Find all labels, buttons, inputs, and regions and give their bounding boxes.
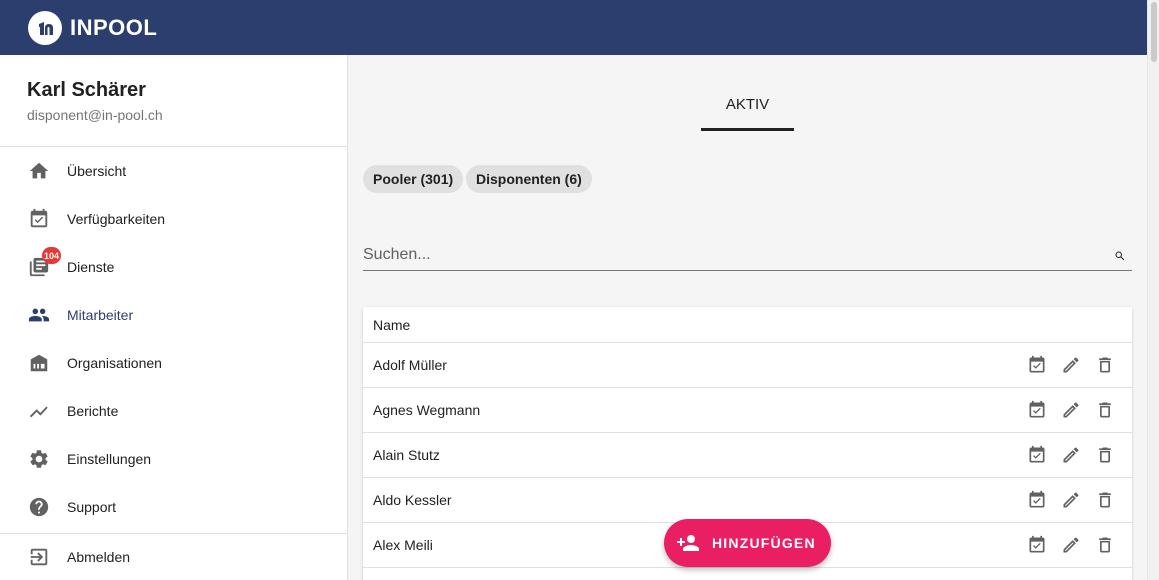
logout-icon xyxy=(28,546,50,568)
app-logo-text: INPOOL xyxy=(70,14,158,40)
sidebar-item-label: Support xyxy=(67,499,117,515)
app-header: INPOOL xyxy=(0,0,1147,55)
sidebar-item-uebersicht[interactable]: Übersicht xyxy=(0,147,347,195)
sidebar-item-verfuegbarkeiten[interactable]: Verfügbarkeiten xyxy=(0,195,347,243)
add-employee-button[interactable]: HINZUFÜGEN xyxy=(664,519,831,567)
people-icon xyxy=(28,304,50,326)
pencil-icon[interactable] xyxy=(1060,399,1082,421)
user-email: disponent@in-pool.ch xyxy=(27,107,163,123)
sidebar-item-organisationen[interactable]: Organisationen xyxy=(0,339,347,387)
main-content: AKTIV Pooler (301) Disponenten (6) Name … xyxy=(349,55,1147,580)
sidebar-item-mitarbeiter[interactable]: Mitarbeiter xyxy=(0,291,347,339)
row-actions xyxy=(1026,534,1116,556)
sidebar-item-label: Abmelden xyxy=(67,549,131,565)
home-icon xyxy=(28,160,50,182)
sidebar-item-label: Berichte xyxy=(67,403,119,419)
column-header-name[interactable]: Name xyxy=(363,307,1132,343)
trash-icon[interactable] xyxy=(1094,489,1116,511)
trending-icon xyxy=(28,400,50,422)
calendar-check-icon[interactable] xyxy=(1026,489,1048,511)
table-row[interactable]: Alain Stutz xyxy=(363,433,1132,478)
calendar-check-icon xyxy=(28,208,50,230)
employee-name: Aldo Kessler xyxy=(373,492,452,508)
calendar-check-icon[interactable] xyxy=(1026,534,1048,556)
trash-icon[interactable] xyxy=(1094,399,1116,421)
employee-name: Agnes Wegmann xyxy=(373,402,481,418)
pencil-icon[interactable] xyxy=(1060,534,1082,556)
sidebar-item-abmelden[interactable]: Abmelden xyxy=(0,533,347,580)
tab-aktiv[interactable]: AKTIV xyxy=(701,83,794,131)
sidebar-item-label: Übersicht xyxy=(67,163,127,179)
store-icon xyxy=(28,352,50,374)
trash-icon[interactable] xyxy=(1094,534,1116,556)
employee-name: Alex Meili xyxy=(373,537,433,553)
row-actions xyxy=(1026,489,1116,511)
help-icon xyxy=(28,496,50,518)
sidebar-item-label: Dienste xyxy=(67,259,115,275)
table-row[interactable]: Adolf Müller xyxy=(363,343,1132,388)
pencil-icon[interactable] xyxy=(1060,354,1082,376)
page-scrollbar[interactable] xyxy=(1147,0,1159,580)
calendar-check-icon[interactable] xyxy=(1026,354,1048,376)
trash-icon[interactable] xyxy=(1094,354,1116,376)
sidebar-item-label: Organisationen xyxy=(67,355,162,371)
sidebar-item-label: Einstellungen xyxy=(67,451,152,467)
sidebar-item-berichte[interactable]: Berichte xyxy=(0,387,347,435)
trash-icon[interactable] xyxy=(1094,444,1116,466)
logo-icon[interactable] xyxy=(28,10,62,45)
filter-chip-pooler[interactable]: Pooler (301) xyxy=(363,165,464,193)
notification-badge: 104 xyxy=(42,247,62,264)
pencil-icon[interactable] xyxy=(1060,489,1082,511)
calendar-check-icon[interactable] xyxy=(1026,444,1048,466)
row-actions xyxy=(1026,444,1116,466)
row-actions xyxy=(1026,399,1116,421)
table-row[interactable]: Agnes Wegmann xyxy=(363,388,1132,433)
add-button-label: HINZUFÜGEN xyxy=(712,535,816,551)
search-input[interactable] xyxy=(363,241,1093,269)
sidebar-item-label: Mitarbeiter xyxy=(67,307,134,323)
search-icon[interactable] xyxy=(1114,249,1126,261)
sidebar-item-support[interactable]: Support xyxy=(0,483,347,531)
user-profile: Karl Schärer disponent@in-pool.ch xyxy=(0,55,347,147)
sidebar-item-label: Verfügbarkeiten xyxy=(67,211,166,227)
search-bar xyxy=(363,241,1132,271)
sidebar-item-dienste[interactable]: 104 Dienste xyxy=(0,243,347,291)
row-actions xyxy=(1026,354,1116,376)
tab-indicator xyxy=(701,128,794,131)
user-name: Karl Schärer xyxy=(27,79,146,101)
table-row[interactable]: Aldo Kessler xyxy=(363,478,1132,523)
scrollbar-thumb[interactable] xyxy=(1151,2,1157,62)
employee-name: Alain Stutz xyxy=(373,447,440,463)
sidebar: Karl Schärer disponent@in-pool.ch Übersi… xyxy=(0,55,348,580)
calendar-check-icon[interactable] xyxy=(1026,399,1048,421)
employee-name: Adolf Müller xyxy=(373,357,447,373)
sidebar-item-einstellungen[interactable]: Einstellungen xyxy=(0,435,347,483)
filter-chip-disponenten[interactable]: Disponenten (6) xyxy=(466,165,592,193)
gear-icon xyxy=(28,448,50,470)
person-add-icon xyxy=(676,531,700,555)
pencil-icon[interactable] xyxy=(1060,444,1082,466)
